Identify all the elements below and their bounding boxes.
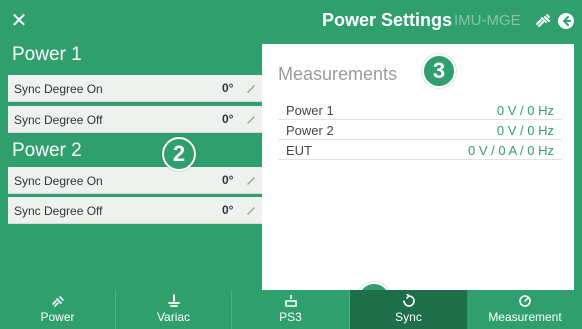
- tab-measurement[interactable]: Measurement: [468, 290, 582, 329]
- power1-title: Power 1: [12, 44, 82, 65]
- bottom-tab-bar: Power Variac PS3 Sync Measurement: [0, 290, 582, 329]
- tab-label: PS3: [279, 310, 302, 324]
- power2-sync-on-row[interactable]: Sync Degree On 0°: [8, 167, 262, 194]
- measurements-panel: Measurements Power 1 0 V / 0 Hz Power 2 …: [262, 44, 574, 290]
- measurement-row: EUT 0 V / 0 A / 0 Hz: [278, 140, 562, 160]
- row-value: 0°: [222, 112, 234, 126]
- variac-icon: [167, 294, 180, 307]
- measurement-icon: [519, 295, 531, 307]
- measurement-value: 0 V / 0 Hz: [496, 103, 554, 118]
- power2-sync-off-row[interactable]: Sync Degree Off 0°: [8, 197, 262, 224]
- sync-icon: [402, 294, 415, 307]
- callout-3: 3: [422, 54, 456, 88]
- ps3-icon: [284, 295, 297, 307]
- power2-title: Power 2: [12, 140, 82, 161]
- measurement-label: Power 2: [286, 123, 334, 138]
- pencil-icon[interactable]: [244, 203, 258, 217]
- close-icon[interactable]: ✕: [8, 10, 30, 32]
- connect-plug-icon[interactable]: [534, 12, 552, 30]
- row-value: 0°: [222, 81, 234, 95]
- power1-sync-off-row[interactable]: Sync Degree Off 0°: [8, 106, 262, 133]
- app-window: ✕ Power Settings IMU-MGE Power 1 Sync De…: [0, 0, 582, 329]
- tab-label: Variac: [156, 310, 191, 324]
- row-label: Sync Degree Off: [14, 204, 103, 218]
- tab-power[interactable]: Power: [0, 290, 116, 329]
- measurement-value: 0 V / 0 A / 0 Hz: [468, 143, 554, 158]
- tab-label: Power: [40, 310, 75, 324]
- tab-variac[interactable]: Variac: [116, 290, 232, 329]
- measurement-row: Power 1 0 V / 0 Hz: [278, 100, 562, 120]
- pencil-icon[interactable]: [244, 81, 258, 95]
- measurement-row: Power 2 0 V / 0 Hz: [278, 120, 562, 140]
- tab-label: Measurement: [488, 310, 562, 324]
- header-bar: ✕ Power Settings IMU-MGE: [0, 0, 582, 42]
- measurements-title: Measurements: [278, 64, 398, 84]
- pencil-icon[interactable]: [244, 112, 258, 126]
- row-label: Sync Degree Off: [14, 113, 103, 127]
- row-label: Sync Degree On: [14, 82, 103, 96]
- device-name: IMU-MGE: [454, 12, 521, 29]
- tab-label: Sync: [395, 310, 422, 324]
- measurement-label: EUT: [286, 143, 312, 158]
- row-label: Sync Degree On: [14, 174, 103, 188]
- pencil-icon[interactable]: [244, 173, 258, 187]
- power1-sync-on-row[interactable]: Sync Degree On 0°: [8, 75, 262, 102]
- page-title: Power Settings: [322, 10, 453, 30]
- row-value: 0°: [222, 203, 234, 217]
- callout-2: 2: [162, 137, 196, 171]
- measurement-value: 0 V / 0 Hz: [496, 123, 554, 138]
- back-arrow-icon[interactable]: [557, 12, 575, 30]
- tab-ps3[interactable]: PS3: [232, 290, 350, 329]
- power-plug-icon: [51, 296, 64, 307]
- tab-sync[interactable]: Sync: [350, 290, 468, 329]
- sync-degree-panel: Power 1 Sync Degree On 0° Sync Degree Of…: [8, 44, 262, 290]
- row-value: 0°: [222, 173, 234, 187]
- measurement-label: Power 1: [286, 103, 334, 118]
